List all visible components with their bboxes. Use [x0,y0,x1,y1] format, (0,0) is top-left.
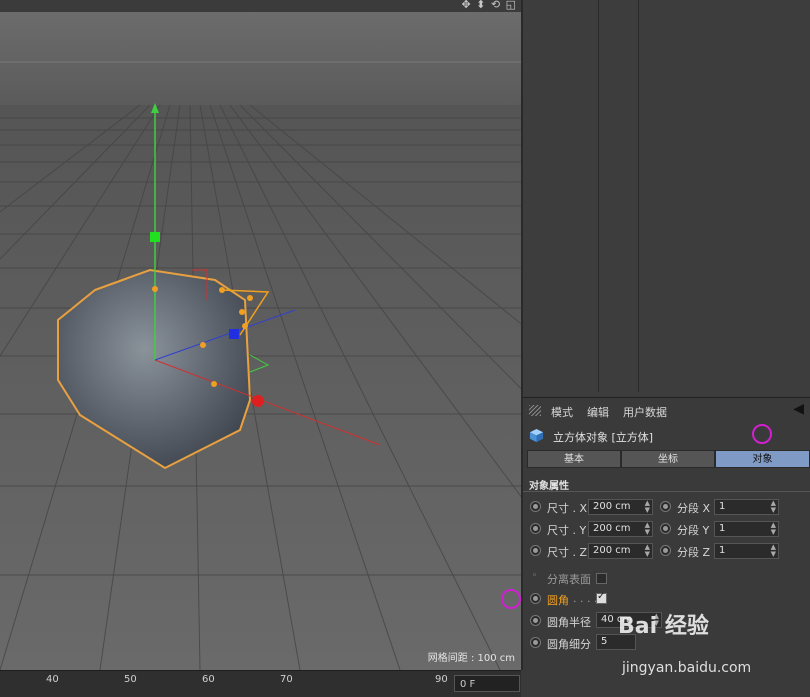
fillet-label: 圆角 [547,594,569,607]
tab-object[interactable]: 对象 [715,450,810,468]
grid-spacing-readout: 网格间距 : 100 cm [427,653,515,664]
seg-z-label: 分段 Z [677,546,711,559]
seg-z-field[interactable]: 1 ▲ ▼ [714,543,779,559]
anim-radio[interactable] [660,501,671,512]
anim-radio[interactable] [660,545,671,556]
seg-z-value: 1 [719,545,726,556]
highlight-circle [752,424,772,444]
grip-icon[interactable] [529,405,541,416]
size-y-label: 尺寸 . Y [547,524,587,537]
timeline-tick: 40 [46,674,59,685]
back-arrow-icon[interactable]: ◀ [793,401,804,417]
separate-surfaces-label: 分离表面 [547,573,591,586]
section-title: 对象属性 [529,481,569,492]
object-title: 立方体对象 [立方体] [553,431,654,444]
seg-x-value: 1 [719,501,726,512]
fillet-subdiv-value: 5 [601,636,608,647]
attribute-tabs: 基本 坐标 对象 [527,450,810,468]
timeline-tick: 50 [124,674,137,685]
x-handle[interactable] [252,395,264,407]
timeline-tick: 90 [435,674,448,685]
attribute-manager: 模式 编辑 用户数据 ◀ 立方体对象 [立方体] 基本 坐标 对象 对象属性 尺… [523,397,810,697]
y-handle[interactable] [150,232,160,242]
size-x-label: 尺寸 . X [547,502,588,515]
size-x-field[interactable]: 200 cm ▲ ▼ [588,499,653,515]
navigation-icons[interactable]: ✥ ⬍ ⟲ ◱ [461,0,517,11]
cube-icon [529,428,544,443]
current-frame-field[interactable]: 0 F [454,675,520,692]
anim-radio[interactable] [530,615,541,626]
fillet-subdiv-label: 圆角细分 [547,638,591,651]
anim-dot: ◦ [532,571,538,581]
fillet-checkbox[interactable] [596,591,607,604]
anim-radio[interactable] [660,523,671,534]
seg-y-label: 分段 Y [677,524,710,537]
anim-radio[interactable] [530,593,541,604]
viewport-topbar: ✥ ⬍ ⟲ ◱ [0,0,521,12]
z-handle[interactable] [229,329,239,339]
menu-edit[interactable]: 编辑 [587,404,609,420]
viewport-scene [0,0,521,670]
anim-radio[interactable] [530,545,541,556]
size-y-field[interactable]: 200 cm ▲ ▼ [588,521,653,537]
attribute-menu-bar: 模式 编辑 用户数据 ◀ [523,400,810,420]
fillet-dots: . . . . [573,592,598,605]
size-x-value: 200 cm [593,501,631,512]
timeline-tick: 70 [280,674,293,685]
section-divider [523,491,810,492]
3d-viewport[interactable]: ✥ ⬍ ⟲ ◱ 网格间距 : 100 cm [0,0,523,670]
object-manager-panel[interactable] [523,0,810,396]
timeline-ruler[interactable]: 40 50 60 70 90 [0,670,521,697]
size-z-value: 200 cm [593,545,631,556]
fillet-radius-label: 圆角半径 [547,616,591,629]
anim-radio[interactable] [530,523,541,534]
watermark-logo: Bai 经验 [618,614,709,639]
column-divider [638,0,639,392]
menu-mode[interactable]: 模式 [551,404,573,420]
seg-x-label: 分段 X [677,502,711,515]
highlight-circle [501,589,521,609]
column-divider [598,0,599,392]
seg-x-field[interactable]: 1 ▲ ▼ [714,499,779,515]
seg-y-field[interactable]: 1 ▲ ▼ [714,521,779,537]
separate-surfaces-checkbox[interactable] [596,573,607,584]
size-z-label: 尺寸 . Z [547,546,588,559]
tab-coord[interactable]: 坐标 [621,450,715,468]
size-y-value: 200 cm [593,523,631,534]
timeline-tick: 60 [202,674,215,685]
size-z-field[interactable]: 200 cm ▲ ▼ [588,543,653,559]
anim-radio[interactable] [530,637,541,648]
menu-user-data[interactable]: 用户数据 [623,404,667,420]
seg-y-value: 1 [719,523,726,534]
tab-basic[interactable]: 基本 [527,450,621,468]
anim-radio[interactable] [530,501,541,512]
watermark-url: jingyan.baidu.com [622,660,752,676]
